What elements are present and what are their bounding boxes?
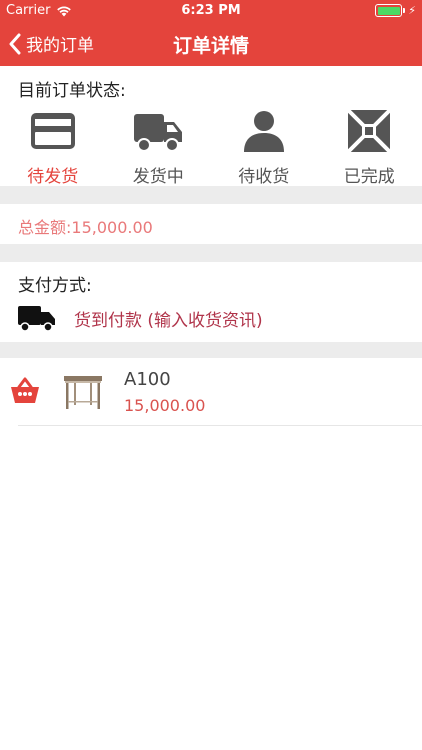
battery-icon: [375, 4, 406, 17]
status-step-label: 待收货: [238, 167, 290, 187]
payment-method[interactable]: 货到付款 (输入收货资讯): [18, 304, 263, 332]
product-name: A100: [124, 369, 171, 390]
table-thumbnail: [64, 376, 102, 409]
page-title: 订单详情: [172, 35, 249, 57]
navigation-bar: 我的订单 订单详情: [0, 22, 422, 66]
product-price: 15,000.00: [124, 396, 206, 415]
truck-icon: [18, 306, 55, 332]
person-icon: [243, 111, 284, 152]
charging-icon: ⚡: [408, 4, 416, 17]
order-status-steps: 待发货 发货中 待收货 已完成: [0, 106, 422, 187]
status-step-pending-shipment: 待发货: [0, 106, 106, 187]
truck-icon: [134, 114, 183, 152]
total-amount-section: 总金额:15,000.00: [0, 204, 422, 244]
item-divider: [18, 425, 422, 426]
header: Carrier 6:23 PM ⚡ 我的订单 订单详情: [0, 0, 422, 66]
payment-section: 支付方式: 货到付款 (输入收货资讯): [0, 262, 422, 342]
status-bar-right: ⚡: [375, 4, 416, 17]
status-step-completed: 已完成: [317, 106, 422, 187]
card-icon: [30, 113, 75, 149]
basket-icon: [11, 377, 39, 403]
section-divider: [0, 186, 422, 204]
order-item-row[interactable]: A100 15,000.00: [0, 358, 422, 426]
payment-heading: 支付方式:: [18, 276, 92, 296]
status-time: 6:23 PM: [181, 3, 241, 18]
status-bar: Carrier 6:23 PM ⚡: [0, 0, 422, 22]
status-step-shipping: 发货中: [106, 106, 212, 187]
complete-icon: [346, 108, 392, 154]
section-divider: [0, 244, 422, 262]
section-divider: [0, 342, 422, 358]
payment-method-label: 货到付款 (输入收货资讯): [74, 310, 263, 331]
status-step-label: 待发货: [27, 167, 79, 187]
total-amount: 总金额:15,000.00: [18, 218, 153, 237]
order-status-section: 目前订单状态: 待发货 发货中 待收货 已完成: [0, 66, 422, 187]
status-step-label: 已完成: [343, 167, 395, 187]
order-status-heading: 目前订单状态:: [18, 81, 126, 101]
status-step-label: 发货中: [132, 167, 184, 187]
status-step-awaiting-receipt: 待收货: [211, 106, 317, 187]
